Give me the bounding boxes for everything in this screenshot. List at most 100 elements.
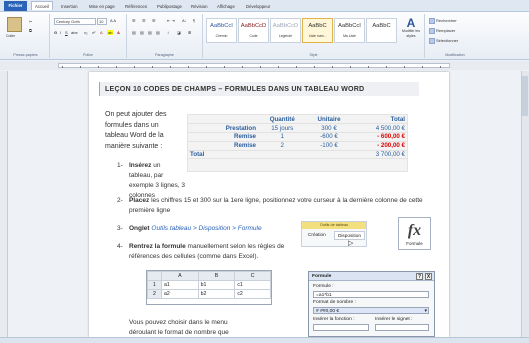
insert-bookmark-select[interactable] bbox=[375, 324, 429, 331]
line-spacing-icon[interactable]: ↕ bbox=[167, 30, 169, 35]
grid-cell: a1 bbox=[161, 280, 199, 290]
align-right-icon[interactable]: ▤ bbox=[148, 30, 152, 35]
step-number: 4- bbox=[117, 243, 123, 250]
style-legende[interactable]: AaBbCcD Legende bbox=[270, 18, 301, 43]
ruler-tick bbox=[260, 66, 261, 68]
step-number: 3- bbox=[117, 225, 123, 232]
scroll-thumb[interactable] bbox=[522, 76, 528, 116]
example-table[interactable]: Quantité Unitaire Total Prestation 15 jo… bbox=[187, 114, 408, 172]
group-clipboard-label: Presse-papiers bbox=[13, 53, 38, 57]
numbering-icon[interactable]: ☰ bbox=[142, 18, 146, 23]
tab-revision[interactable]: Révision bbox=[188, 2, 210, 11]
subscript-button[interactable]: x₂ bbox=[84, 30, 88, 35]
tab-mise-en-page[interactable]: Mise en page bbox=[86, 2, 118, 11]
rechercher-button[interactable]: Rechercher bbox=[429, 18, 457, 24]
ruler-tick bbox=[188, 66, 189, 68]
grid-col-header: C bbox=[234, 271, 271, 281]
ruler-tick bbox=[170, 66, 171, 68]
document-page[interactable]: LEÇON 10 CODES DE CHAMPS – FORMULES DANS… bbox=[89, 72, 449, 337]
formula-input[interactable]: =a1*b1 bbox=[313, 291, 429, 298]
cut-icon[interactable]: ✂ bbox=[29, 19, 32, 24]
after-line: Vous pouvez choisir dans le menu bbox=[129, 319, 228, 326]
bold-button[interactable]: G bbox=[54, 30, 57, 35]
styles-icon: A bbox=[406, 16, 416, 30]
style-ma-liste[interactable]: AaBbCcI Ma Liste bbox=[334, 18, 365, 43]
tab-accueil[interactable]: Accueil bbox=[31, 1, 53, 10]
after-line: déroulant le format de nombre que bbox=[129, 328, 229, 336]
paste-icon[interactable] bbox=[7, 17, 22, 32]
italic-button[interactable]: I bbox=[60, 30, 61, 35]
bullets-icon[interactable]: ☰ bbox=[132, 18, 136, 23]
tab-publipostage[interactable]: Publipostage bbox=[154, 2, 185, 11]
font-name-select[interactable]: Century Goth bbox=[54, 18, 96, 25]
step-link[interactable]: Outils tableau > Disposition > Formule bbox=[151, 225, 261, 232]
multilevel-icon[interactable]: ☰ bbox=[152, 18, 156, 23]
intro-line: tableau Word de la bbox=[105, 132, 164, 139]
indent-icon[interactable]: ⇤ ⇥ bbox=[167, 18, 175, 23]
grid-cell: b2 bbox=[197, 289, 236, 299]
modify-styles-button[interactable]: A Modifier les styles bbox=[399, 17, 423, 39]
table-cell: 300 € bbox=[306, 123, 352, 134]
group-modification: Rechercher Remplacer Sélectionner Modifi… bbox=[425, 14, 485, 58]
number-format-select[interactable]: # ##0,00 € ▾ bbox=[313, 307, 429, 314]
underline-button[interactable]: S bbox=[65, 30, 68, 35]
ruler-tick bbox=[278, 66, 279, 68]
excel-reference-grid: A B C 1 a1 b1 c1 2 a2 b2 c2 bbox=[146, 270, 272, 305]
ruler-tick bbox=[296, 66, 297, 68]
tab-developpeur[interactable]: Développeur bbox=[243, 2, 273, 11]
ruler-tick bbox=[242, 66, 243, 68]
shading-icon[interactable]: ◪ bbox=[177, 30, 181, 35]
font-size-select[interactable]: 10 bbox=[97, 18, 107, 25]
strikethrough-button[interactable]: abe bbox=[71, 30, 78, 35]
sort-icon[interactable]: A↓ bbox=[182, 18, 187, 23]
selectionner-button[interactable]: Sélectionner bbox=[429, 38, 458, 44]
step-4: 4- Rentrez la formule manuellement selon… bbox=[117, 242, 315, 260]
text-effects-icon[interactable]: A bbox=[100, 30, 103, 35]
chevron-down-icon[interactable]: ▾ bbox=[425, 308, 427, 315]
table-cell: -600 € bbox=[306, 132, 352, 142]
tab-references[interactable]: Références bbox=[122, 2, 150, 11]
copy-icon[interactable]: ⧉ bbox=[29, 28, 32, 33]
borders-icon[interactable]: ⊞ bbox=[188, 30, 191, 35]
paste-button[interactable]: Coller bbox=[6, 34, 15, 38]
style-code[interactable]: AaBbCcD Code bbox=[238, 18, 269, 43]
cursor-icon: ▷ bbox=[348, 240, 354, 247]
step-bold: Rentrez la formule bbox=[129, 243, 186, 250]
style-sample: AaBbCcD bbox=[272, 23, 299, 29]
formula-dialog: Formule ? X Formule : =a1*b1 Format de n… bbox=[308, 271, 435, 337]
style-name: Code bbox=[249, 34, 258, 38]
table-cell bbox=[306, 150, 352, 160]
ribbon: Coller ✂ ⧉ Presse-papiers Century Goth 1… bbox=[0, 12, 529, 60]
style-sample: AaBbCcI bbox=[338, 23, 361, 29]
tab-insertion[interactable]: Insertion bbox=[58, 2, 80, 11]
style-liste-num[interactable]: AaBbC Liste num... bbox=[302, 18, 333, 43]
help-button[interactable]: ? bbox=[416, 273, 423, 280]
tab-fichier[interactable]: Fichier bbox=[4, 1, 27, 11]
justify-icon[interactable]: ▤ bbox=[156, 30, 160, 35]
lesson-title: LEÇON 10 CODES DE CHAMPS – FORMULES DANS… bbox=[99, 82, 419, 96]
pilcrow-icon[interactable]: ¶ bbox=[193, 18, 195, 23]
font-color-icon[interactable]: A bbox=[117, 30, 120, 35]
style-aa[interactable]: AaBbC bbox=[366, 18, 397, 43]
table-header-empty bbox=[188, 115, 258, 125]
ruler-tick bbox=[116, 66, 117, 68]
align-center-icon[interactable]: ▤ bbox=[140, 30, 144, 35]
superscript-button[interactable]: x² bbox=[92, 30, 95, 35]
step-2: 2- Placez les chiffres 15 et 300 sur la … bbox=[117, 196, 447, 214]
tab-creation[interactable]: Création bbox=[305, 231, 329, 238]
table-cell: 2 bbox=[258, 141, 307, 151]
modify-styles-label: Modifier les styles bbox=[402, 29, 420, 38]
remplacer-button[interactable]: Remplacer bbox=[429, 28, 455, 34]
table-cell: -100 € bbox=[306, 141, 352, 151]
grow-font-icon[interactable]: A A bbox=[110, 18, 116, 23]
insert-function-select[interactable] bbox=[313, 324, 369, 331]
align-left-icon[interactable]: ▤ bbox=[132, 30, 136, 35]
rechercher-label: Rechercher bbox=[436, 18, 457, 24]
grid-cell: b1 bbox=[197, 280, 236, 290]
tab-affichage[interactable]: Affichage bbox=[214, 2, 238, 11]
step-1: 1- Insérez un tableau, par exemple 3 lig… bbox=[117, 161, 185, 199]
close-button[interactable]: X bbox=[425, 273, 432, 280]
formula-button[interactable]: fx Formule bbox=[398, 217, 431, 250]
highlight-icon[interactable]: ab bbox=[107, 30, 114, 35]
style-chemin[interactable]: AaBbCcI Chemin bbox=[206, 18, 237, 43]
